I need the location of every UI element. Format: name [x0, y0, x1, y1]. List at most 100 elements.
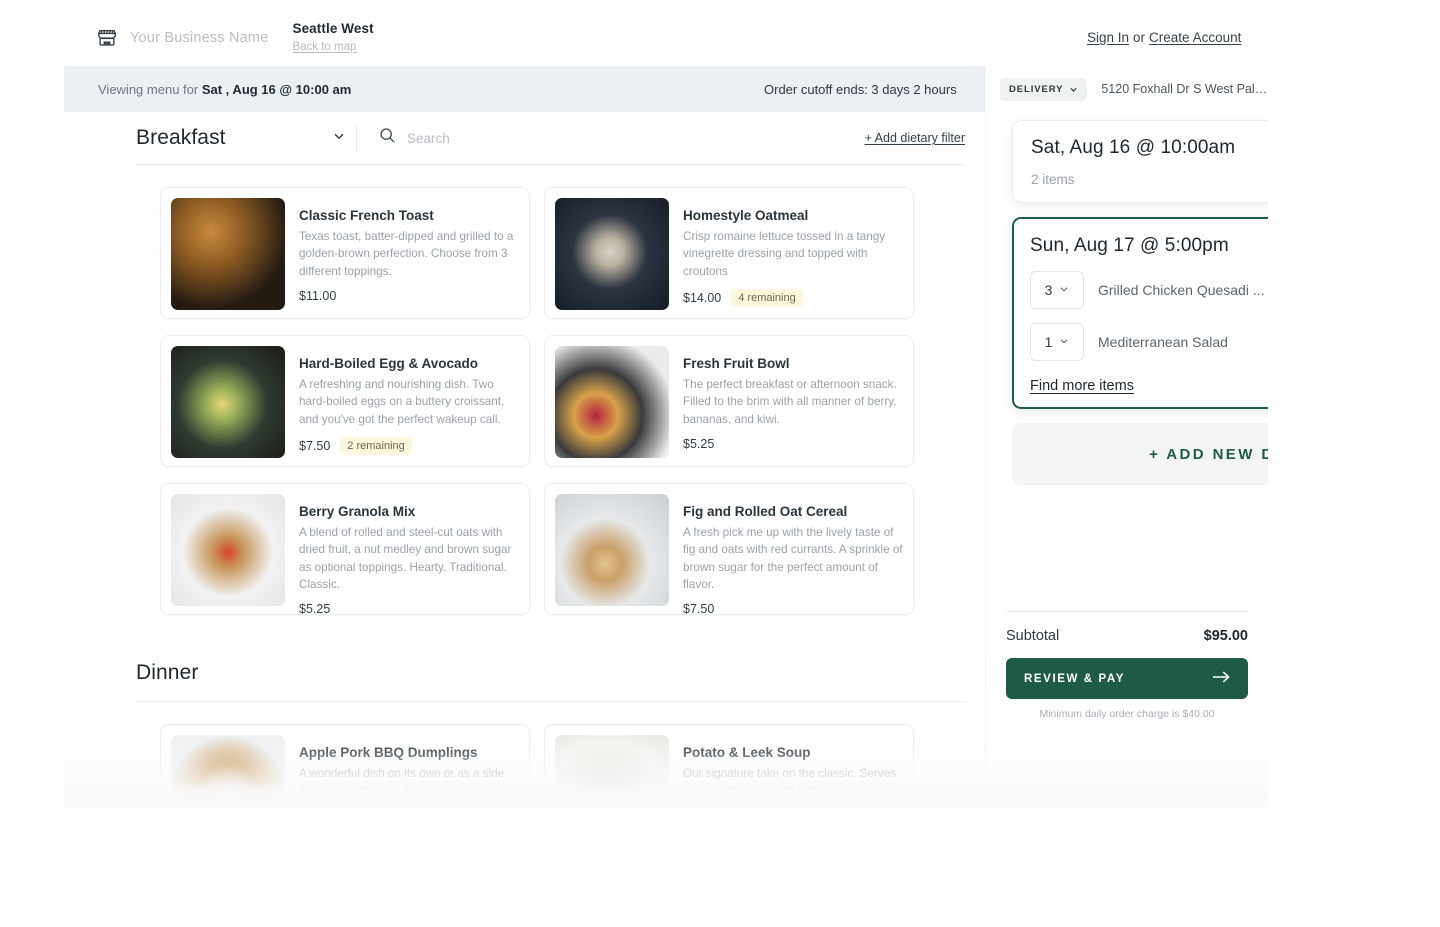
search-input[interactable] — [407, 130, 647, 146]
menu-item-name: Fig and Rolled Oat Cereal — [683, 504, 848, 519]
delivery-address-bar: DELIVERY 5120 Foxhall Dr S West Palm Bea… — [985, 66, 1268, 112]
menu-item-name: Potato & Leek Soup — [683, 745, 811, 760]
subtotal-label: Subtotal — [1006, 628, 1060, 644]
subtotal-row: Subtotal $95.00 — [1006, 628, 1248, 644]
cart-line-item: 3 Grilled Chicken Quesadi ... $27.00 — [1030, 271, 1268, 309]
quantity-value: 1 — [1044, 334, 1053, 350]
viewing-prefix: Viewing menu for — [98, 81, 199, 97]
quantity-value: 3 — [1044, 282, 1053, 298]
sign-in-link[interactable]: Sign In — [1087, 30, 1129, 45]
viewing-menu-text: Viewing menu for Sat , Aug 16 @ 10:00 am — [98, 82, 351, 97]
menu-item-description: A fresh pick me up with the lively taste… — [683, 526, 903, 591]
chevron-down-icon — [1059, 333, 1069, 351]
location-block: Seattle West Back to map — [292, 21, 373, 55]
minimum-order-note: Minimum daily order charge is $40.00 — [1039, 708, 1215, 720]
menu-item-thumbnail — [555, 346, 669, 458]
menu-item-card[interactable]: Apple Pork BBQ Dumplings A wonderful dis… — [160, 724, 530, 808]
menu-item-remaining-badge: 4 remaining — [731, 288, 803, 307]
menu-item-card[interactable]: Potato & Leek Soup Our signature take on… — [544, 724, 914, 808]
menu-item-price: $5.25 — [299, 602, 331, 615]
review-and-pay-label: REVIEW & PAY — [1024, 672, 1125, 685]
menu-item-description: Crisp romaine lettuce tossed in a tangy … — [683, 230, 886, 278]
cart-day-item-count: 2 items — [1031, 172, 1075, 187]
find-more-items-link[interactable]: Find more items — [1030, 378, 1134, 394]
top-bar: Your Business Name Seattle West Back to … — [64, 10, 1268, 66]
cart-line-item: 1 Mediterranean Salad $13.00 — [1030, 323, 1268, 361]
menu-section-dinner: Dinner Apple Pork BBQ Dumplings A wonder… — [64, 661, 985, 808]
app-window: Your Business Name Seattle West Back to … — [64, 10, 1268, 808]
menu-item-remaining-badge: 2 remaining — [340, 436, 412, 455]
category-selector[interactable]: Breakfast — [136, 126, 346, 150]
app-page: Your Business Name Seattle West Back to … — [0, 0, 1440, 927]
menu-item-description: A refreshing and nourishing dish. Two ha… — [299, 378, 505, 426]
menu-item-price: $14.00 — [683, 290, 722, 305]
arrow-right-icon — [1212, 670, 1230, 687]
create-account-link[interactable]: Create Account — [1149, 30, 1241, 45]
review-and-pay-button[interactable]: REVIEW & PAY — [1006, 658, 1248, 699]
search-box[interactable] — [379, 127, 865, 149]
add-dietary-filter-link[interactable]: + Add dietary filter — [865, 131, 965, 145]
menu-item-price: $5.25 — [683, 436, 715, 451]
summary-divider — [1006, 611, 1248, 612]
cart-day-title: Sun, Aug 17 @ 5:00pm — [1030, 235, 1229, 256]
category-name: Breakfast — [136, 126, 226, 149]
location-title: Seattle West — [292, 21, 374, 37]
section-title: Dinner — [136, 661, 199, 684]
quantity-selector[interactable]: 3 — [1030, 271, 1084, 309]
menu-item-card[interactable]: Homestyle Oatmeal Crisp romaine lettuce … — [544, 187, 914, 319]
menu-item-card[interactable]: Fresh Fruit Bowl The perfect breakfast o… — [544, 335, 914, 467]
menu-item-name: Apple Pork BBQ Dumplings — [299, 745, 478, 760]
back-to-map-link[interactable]: Back to map — [292, 41, 356, 54]
brand: Your Business Name — [96, 27, 268, 49]
menu-item-thumbnail — [171, 346, 285, 458]
section-divider — [136, 701, 965, 702]
chevron-down-icon — [332, 129, 346, 148]
menu-item-card[interactable]: Hard-Boiled Egg & Avocado A refreshing a… — [160, 335, 530, 467]
menu-item-price: $7.50 — [683, 602, 715, 615]
delivery-address-text[interactable]: 5120 Foxhall Dr S West Palm Bea ... — [1101, 82, 1268, 96]
menu-item-thumbnail — [171, 494, 285, 606]
storefront-icon — [96, 27, 118, 49]
menu-grid-dinner: Apple Pork BBQ Dumplings A wonderful dis… — [160, 724, 985, 808]
add-new-day-button[interactable]: + ADD NEW DAY — [1012, 423, 1268, 485]
menu-item-thumbnail — [555, 494, 669, 606]
menu-grid-breakfast: Classic French Toast Texas toast, batter… — [160, 187, 985, 615]
viewing-date: Sat , Aug 16 @ 10:00 am — [201, 81, 352, 97]
menu-item-thumbnail — [171, 198, 285, 310]
delivery-mode-selector[interactable]: DELIVERY — [1000, 77, 1088, 101]
menu-item-thumbnail — [555, 735, 669, 808]
menu-item-name: Berry Granola Mix — [299, 504, 416, 519]
menu-item-description: The perfect breakfast or afternoon snack… — [683, 378, 897, 426]
section-divider — [136, 164, 965, 165]
brand-name: Your Business Name — [130, 30, 269, 46]
menu-item-card[interactable]: Berry Granola Mix A blend of rolled and … — [160, 483, 530, 615]
menu-item-name: Hard-Boiled Egg & Avocado — [299, 356, 479, 371]
menu-item-description: A blend of rolled and steel-cut oats wit… — [299, 526, 512, 591]
cart-day-card-active[interactable]: Sun, Aug 17 @ 5:00pm DELIVERY 3 Grilled … — [1012, 217, 1268, 409]
subtotal-value: $95.00 — [1203, 628, 1248, 644]
menu-item-name: Classic French Toast — [299, 208, 434, 223]
search-icon — [379, 127, 396, 149]
menu-item-name: Homestyle Oatmeal — [683, 208, 809, 223]
cart-day-card[interactable]: Sat, Aug 16 @ 10:00am DELIVERY 2 items $… — [1012, 120, 1268, 203]
menu-item-thumbnail — [171, 735, 285, 808]
menu-item-description: Texas toast, batter-dipped and grilled t… — [299, 230, 514, 278]
menu-item-price: $7.50 — [299, 438, 331, 453]
menu-item-description: Our signature take on the classic. Serve… — [683, 767, 897, 808]
menu-column: Breakfast + Add dietary filter — [64, 112, 985, 808]
add-new-day-label: + ADD NEW DAY — [1149, 445, 1268, 463]
chevron-down-icon — [1069, 85, 1078, 94]
toolbar-divider — [356, 125, 357, 151]
menu-item-card[interactable]: Classic French Toast Texas toast, batter… — [160, 187, 530, 319]
quantity-selector[interactable]: 1 — [1030, 323, 1084, 361]
menu-item-price: $11.00 — [299, 288, 337, 303]
menu-item-description: A wonderful dish on its own or as a side… — [299, 767, 508, 808]
menu-toolbar: Breakfast + Add dietary filter — [136, 112, 965, 164]
menu-item-card[interactable]: Fig and Rolled Oat Cereal A fresh pick m… — [544, 483, 914, 615]
menu-item-name: Fresh Fruit Bowl — [683, 356, 790, 371]
cart-day-title: Sat, Aug 16 @ 10:00am — [1031, 137, 1236, 158]
cart-item-name: Mediterranean Salad — [1098, 334, 1228, 350]
cart-item-name: Grilled Chicken Quesadi ... — [1098, 282, 1265, 298]
chevron-down-icon — [1059, 281, 1069, 299]
cart-summary: Subtotal $95.00 REVIEW & PAY Minimum dai… — [986, 611, 1268, 720]
